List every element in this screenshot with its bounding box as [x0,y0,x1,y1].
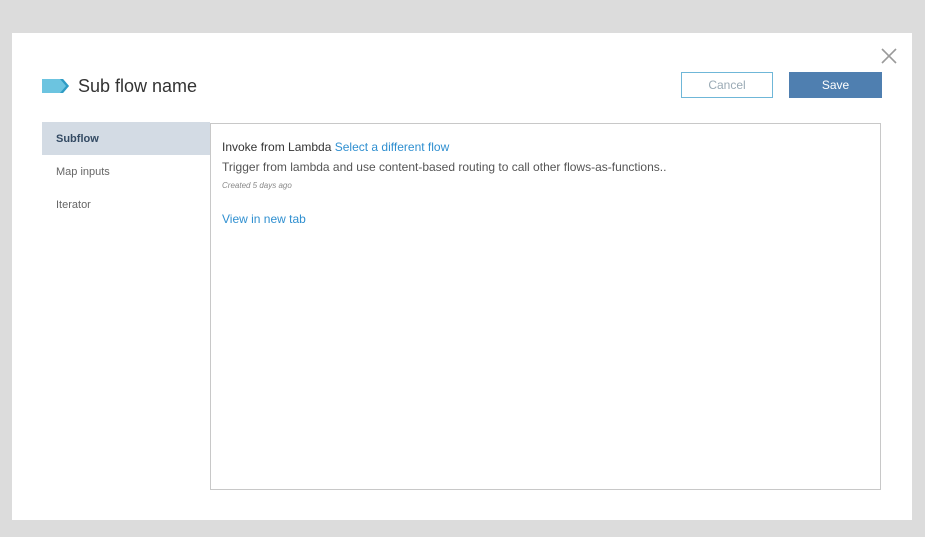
subflow-dialog: Sub flow name Cancel Save Subflow Map in… [12,33,912,520]
dialog-title: Sub flow name [78,75,198,96]
flow-tag-icon [42,78,70,94]
flow-created-date: Created 5 days ago [222,181,292,190]
close-icon[interactable] [878,45,900,67]
flow-name: Invoke from Lambda [222,140,332,154]
sidebar-item-subflow[interactable]: Subflow [42,122,210,155]
sidebar-nav: Subflow Map inputs Iterator [42,122,210,221]
content-panel: Invoke from Lambda Select a different fl… [210,123,881,490]
sidebar-item-iterator[interactable]: Iterator [42,188,210,221]
view-in-new-tab-link[interactable]: View in new tab [222,212,306,226]
save-button[interactable]: Save [789,72,882,98]
cancel-button[interactable]: Cancel [681,72,773,98]
flow-title-line: Invoke from Lambda Select a different fl… [222,140,449,154]
sidebar-item-map-inputs[interactable]: Map inputs [42,155,210,188]
select-different-flow-link[interactable]: Select a different flow [335,140,450,154]
flow-description: Trigger from lambda and use content-base… [222,160,667,174]
dialog-header: Sub flow name [42,73,197,99]
